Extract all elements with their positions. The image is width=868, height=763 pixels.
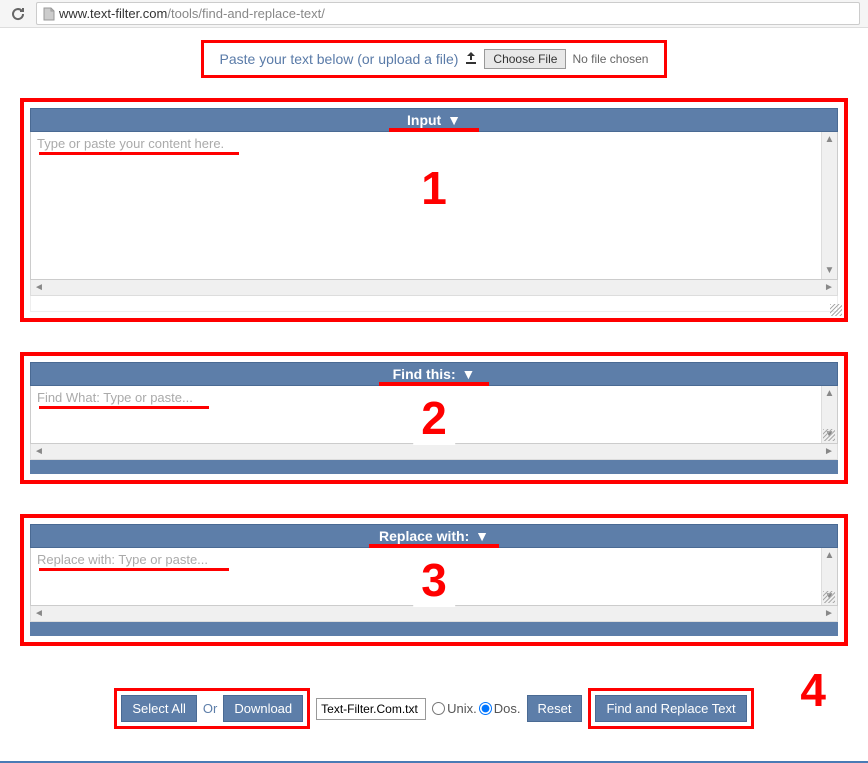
section-footer	[30, 460, 838, 474]
chevron-down-icon: ▼	[447, 112, 461, 128]
horizontal-scrollbar[interactable]: ◄ ►	[30, 280, 838, 296]
scroll-right-icon: ►	[821, 446, 837, 457]
upload-section: Paste your text below (or upload a file)…	[201, 40, 668, 78]
input-section: Input ▼ ▲ ▼ ◄ ► 1	[20, 98, 848, 322]
download-button[interactable]: Download	[223, 695, 303, 722]
choose-file-button[interactable]: Choose File	[484, 49, 566, 69]
filename-input[interactable]	[316, 698, 426, 720]
select-all-button[interactable]: Select All	[121, 695, 196, 722]
resize-handle-icon[interactable]	[823, 591, 835, 603]
resize-handle-icon[interactable]	[823, 429, 835, 441]
annotation-underline	[39, 152, 239, 155]
or-label: Or	[203, 701, 217, 716]
resize-handle-icon[interactable]	[830, 304, 842, 316]
scroll-up-icon: ▲	[822, 386, 837, 402]
find-section: Find this: ▼ ▲ ▼ ◄ ► 2	[20, 352, 848, 484]
vertical-scrollbar[interactable]: ▲ ▼	[821, 132, 837, 279]
find-title: Find this:	[393, 366, 456, 382]
section-footer	[30, 622, 838, 636]
scroll-left-icon: ◄	[31, 608, 47, 619]
action-group: Find and Replace Text	[588, 688, 753, 729]
scroll-left-icon: ◄	[31, 282, 47, 293]
annotation-number-3: 3	[413, 553, 455, 607]
spacer	[30, 296, 838, 312]
upload-prompt: Paste your text below (or upload a file)	[220, 51, 459, 67]
page-icon	[43, 7, 55, 21]
url-host: www.text-filter.com	[59, 6, 167, 21]
find-header[interactable]: Find this: ▼	[30, 362, 838, 386]
replace-header[interactable]: Replace with: ▼	[30, 524, 838, 548]
line-ending-group: Unix. Dos.	[432, 701, 520, 716]
annotation-number-1: 1	[413, 161, 455, 215]
dos-radio[interactable]	[479, 702, 492, 715]
scroll-up-icon: ▲	[822, 548, 837, 564]
url-path: /tools/find-and-replace-text/	[167, 6, 325, 21]
annotation-underline	[39, 568, 229, 571]
annotation-underline	[39, 406, 209, 409]
chevron-down-icon: ▼	[475, 528, 489, 544]
annotation-number-4: 4	[800, 663, 826, 717]
no-file-label: No file chosen	[572, 52, 648, 66]
unix-radio[interactable]	[432, 702, 445, 715]
replace-section: Replace with: ▼ ▲ ▼ ◄ ► 3	[20, 514, 848, 646]
scroll-right-icon: ►	[821, 608, 837, 619]
scroll-up-icon: ▲	[822, 132, 837, 148]
replace-title: Replace with:	[379, 528, 469, 544]
horizontal-scrollbar[interactable]: ◄ ►	[30, 444, 838, 460]
chevron-down-icon: ▼	[462, 366, 476, 382]
annotation-number-2: 2	[413, 391, 455, 445]
find-replace-button[interactable]: Find and Replace Text	[595, 695, 746, 722]
unix-label: Unix.	[447, 701, 477, 716]
reload-icon[interactable]	[8, 4, 28, 24]
input-header[interactable]: Input ▼	[30, 108, 838, 132]
scroll-right-icon: ►	[821, 282, 837, 293]
reset-button[interactable]: Reset	[527, 695, 583, 722]
select-download-group: Select All Or Download	[114, 688, 310, 729]
browser-toolbar: www.text-filter.com/tools/find-and-repla…	[0, 0, 868, 28]
address-bar[interactable]: www.text-filter.com/tools/find-and-repla…	[36, 2, 860, 25]
horizontal-scrollbar[interactable]: ◄ ►	[30, 606, 838, 622]
scroll-left-icon: ◄	[31, 446, 47, 457]
scroll-down-icon: ▼	[822, 263, 837, 279]
input-title: Input	[407, 112, 441, 128]
dos-label: Dos.	[494, 701, 521, 716]
upload-icon	[464, 51, 478, 68]
bottom-controls: Select All Or Download Unix. Dos. Reset …	[20, 676, 848, 749]
